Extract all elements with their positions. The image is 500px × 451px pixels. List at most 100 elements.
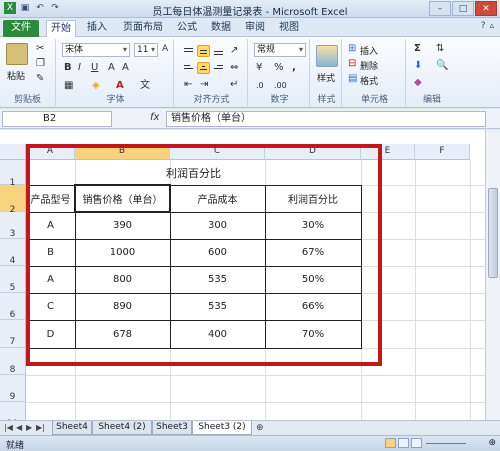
tab-home[interactable]: 开始 [46, 20, 76, 37]
insert-cells-icon[interactable]: ⊞ [348, 43, 356, 55]
autosum-icon[interactable]: Σ [414, 43, 421, 55]
align-middle-icon[interactable] [197, 45, 210, 57]
row-header-4[interactable]: 4 [0, 239, 26, 266]
tab-page-layout[interactable]: 页面布局 [118, 20, 168, 37]
format-painter-icon[interactable]: ✎ [36, 73, 44, 85]
name-box[interactable]: B2 [2, 111, 112, 127]
zoom-in-icon[interactable]: ⊕ [488, 438, 496, 448]
close-icon[interactable]: ✕ [475, 1, 497, 16]
help-icon[interactable]: ? [481, 21, 486, 31]
align-center-icon[interactable] [197, 62, 210, 74]
window-title: 员工每日体温测量记录表 - Microsoft Excel [152, 7, 348, 18]
font-color-icon[interactable]: A [116, 80, 124, 92]
zoom-slider[interactable] [426, 443, 466, 444]
cells-group: ⊞ 插入 ⊟ 删除 ▤ 格式 单元格 [344, 39, 406, 106]
sheet-tab-active[interactable]: Sheet3 (2) [192, 421, 252, 435]
comma-style-icon[interactable]: , [292, 62, 296, 74]
select-all-corner[interactable] [0, 144, 26, 160]
tab-file[interactable]: 文件 [3, 20, 39, 37]
paste-icon[interactable] [6, 43, 28, 65]
orientation-icon[interactable]: ↗ [230, 45, 238, 57]
font-size-combo[interactable]: 11 [134, 43, 158, 57]
align-top-icon[interactable] [182, 45, 195, 57]
fill-icon[interactable]: ⬇ [414, 60, 422, 72]
percent-icon[interactable]: % [274, 62, 284, 74]
normal-view-icon[interactable] [385, 438, 396, 448]
fill-color-icon[interactable]: ◈ [92, 80, 100, 92]
row-header-2[interactable]: 2 [0, 185, 26, 215]
first-sheet-icon[interactable]: |◀ [4, 423, 13, 432]
clipboard-group: 粘贴 ✂ ❐ ✎ 剪贴板 [0, 39, 56, 106]
view-buttons [385, 438, 422, 448]
grow-font-icon[interactable]: A [162, 43, 168, 55]
decrease-indent-icon[interactable]: ⇤ [184, 79, 192, 91]
worksheet-grid[interactable]: A B C D E F 1 2 3 4 5 6 7 8 9 10 利润百分比 产… [0, 130, 500, 420]
superscript-icon[interactable]: A [122, 62, 129, 74]
format-cells-button[interactable]: 格式 [360, 74, 378, 87]
tab-review[interactable]: 审阅 [240, 20, 270, 37]
merge-center-icon[interactable]: ⇔ [230, 62, 238, 74]
page-break-view-icon[interactable] [411, 438, 422, 448]
row-header-3[interactable]: 3 [0, 212, 26, 239]
row-header-6[interactable]: 6 [0, 293, 26, 320]
row-header-5[interactable]: 5 [0, 266, 26, 293]
tab-formulas[interactable]: 公式 [172, 20, 202, 37]
underline-icon[interactable]: U [91, 62, 98, 74]
styles-button-label[interactable]: 样式 [317, 71, 335, 84]
row-header-9[interactable]: 9 [0, 375, 26, 402]
sheet-tab[interactable]: Sheet4 [52, 421, 92, 435]
maximize-icon[interactable]: □ [452, 1, 474, 16]
wrap-text-icon[interactable]: ↵ [230, 79, 238, 91]
prev-sheet-icon[interactable]: ◀ [16, 423, 22, 432]
formula-input[interactable]: 销售价格（单台） [166, 111, 486, 127]
increase-indent-icon[interactable]: ⇥ [200, 79, 208, 91]
last-sheet-icon[interactable]: ▶| [36, 423, 45, 432]
font-name-combo[interactable]: 宋体 [62, 43, 130, 57]
row-header-1[interactable]: 1 [0, 160, 26, 188]
vertical-scrollbar[interactable] [485, 130, 500, 420]
delete-cells-icon[interactable]: ⊟ [348, 58, 356, 70]
align-left-icon[interactable] [182, 62, 195, 74]
minimize-ribbon-icon[interactable]: ▵ [489, 21, 494, 31]
minimize-icon[interactable]: – [429, 1, 451, 16]
copy-icon[interactable]: ❐ [36, 58, 45, 70]
insert-cells-button[interactable]: 插入 [360, 44, 378, 57]
bold-icon[interactable]: B [64, 62, 72, 74]
align-right-icon[interactable] [212, 62, 225, 74]
ribbon-controls: ? ▵ [481, 21, 494, 31]
column-header-f[interactable]: F [415, 144, 470, 160]
tab-data[interactable]: 数据 [206, 20, 236, 37]
decrease-decimal-icon[interactable]: .00 [274, 80, 287, 92]
scrollbar-thumb[interactable] [488, 188, 498, 278]
delete-cells-button[interactable]: 删除 [360, 59, 378, 72]
clear-icon[interactable]: ◆ [414, 77, 422, 89]
sort-filter-icon[interactable]: ⇅ [436, 43, 444, 55]
cut-icon[interactable]: ✂ [36, 43, 44, 55]
row-header-7[interactable]: 7 [0, 320, 26, 348]
window-controls: – □ ✕ [429, 1, 497, 16]
increase-decimal-icon[interactable]: .0 [256, 80, 264, 92]
sheet-tab[interactable]: Sheet3 [152, 421, 192, 435]
next-sheet-icon[interactable]: ▶ [26, 423, 32, 432]
page-layout-view-icon[interactable] [398, 438, 409, 448]
sheet-tab[interactable]: Sheet4 (2) [92, 421, 152, 435]
currency-icon[interactable]: ¥ [256, 62, 262, 74]
number-format-combo[interactable]: 常规 [254, 43, 306, 57]
row-header-8[interactable]: 8 [0, 348, 26, 375]
strikethrough-icon[interactable]: A [108, 62, 115, 74]
borders-icon[interactable]: ▦ [64, 80, 73, 92]
italic-icon[interactable]: I [78, 62, 81, 74]
format-cells-icon[interactable]: ▤ [348, 73, 357, 85]
find-select-icon[interactable]: 🔍 [436, 60, 448, 72]
number-group-label: 数字 [270, 95, 289, 105]
clipboard-group-label: 剪贴板 [13, 95, 41, 105]
tab-view[interactable]: 视图 [274, 20, 304, 37]
sheet-tab-bar: |◀ ◀ ▶ ▶| Sheet4 Sheet4 (2) Sheet3 Sheet… [0, 420, 500, 435]
styles-icon[interactable] [316, 45, 338, 67]
row-header-10[interactable]: 10 [0, 402, 26, 420]
align-bottom-icon[interactable] [212, 45, 225, 57]
insert-sheet-icon[interactable]: ⊕ [256, 423, 264, 433]
phonetic-icon[interactable]: 文 [140, 80, 150, 92]
fx-icon[interactable]: fx [150, 112, 159, 123]
tab-insert[interactable]: 插入 [82, 20, 112, 37]
